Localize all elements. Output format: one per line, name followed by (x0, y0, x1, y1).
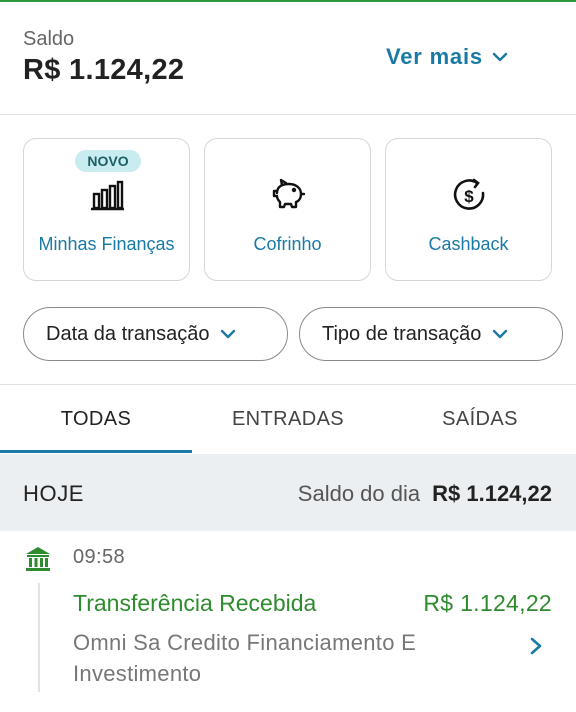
ver-mais-button[interactable]: Ver mais (386, 44, 509, 70)
bank-icon (26, 547, 50, 571)
day-balance-value: R$ 1.124,22 (432, 481, 552, 506)
card-label: Cofrinho (253, 234, 322, 254)
tab-todas[interactable]: TODAS (0, 386, 192, 452)
new-badge: NOVO (75, 150, 141, 172)
chevron-down-icon (492, 52, 508, 62)
date-filter-button[interactable]: Data da transação (23, 307, 288, 361)
bar-chart-icon (90, 180, 124, 211)
type-filter-label: Tipo de transação (322, 322, 482, 345)
piggy-bank-icon (272, 178, 305, 209)
ver-mais-label: Ver mais (386, 44, 483, 69)
transaction-description: Omni Sa Credito Financiamento E Investim… (73, 630, 417, 686)
transaction-amount: R$ 1.124,22 (423, 590, 552, 616)
balance-value: R$ 1.124,22 (23, 54, 185, 86)
transaction-time: 09:58 (73, 546, 126, 568)
transaction-title: Transferência Recebida (73, 590, 317, 616)
tab-entradas[interactable]: ENTRADAS (192, 386, 384, 452)
top-accent-line (0, 0, 576, 2)
chevron-right-icon[interactable] (528, 636, 544, 656)
day-balance: Saldo do dia R$ 1.124,22 (298, 481, 552, 507)
balance-label: Saldo (23, 28, 75, 50)
day-label: HOJE (23, 481, 85, 506)
chevron-down-icon (221, 329, 236, 339)
type-filter-button[interactable]: Tipo de transação (299, 307, 563, 361)
date-filter-label: Data da transação (46, 322, 210, 345)
tab-saidas[interactable]: SAÍDAS (384, 386, 576, 452)
cashback-dollar-icon: $ (453, 178, 484, 210)
divider (0, 384, 576, 385)
divider (0, 114, 576, 115)
day-header: HOJE Saldo do dia R$ 1.124,22 (0, 454, 576, 531)
card-minhas-financas[interactable]: NOVO Minhas Finanças (23, 138, 190, 281)
day-balance-label: Saldo do dia (297, 481, 421, 506)
card-label: Minhas Finanças (38, 234, 175, 254)
card-cashback[interactable]: $ Cashback (385, 138, 552, 281)
card-cofrinho[interactable]: Cofrinho (204, 138, 371, 281)
svg-text:$: $ (464, 187, 474, 206)
timeline-line (38, 583, 40, 692)
card-label: Cashback (428, 234, 509, 254)
chevron-down-icon (493, 329, 508, 339)
active-tab-indicator (0, 450, 192, 453)
